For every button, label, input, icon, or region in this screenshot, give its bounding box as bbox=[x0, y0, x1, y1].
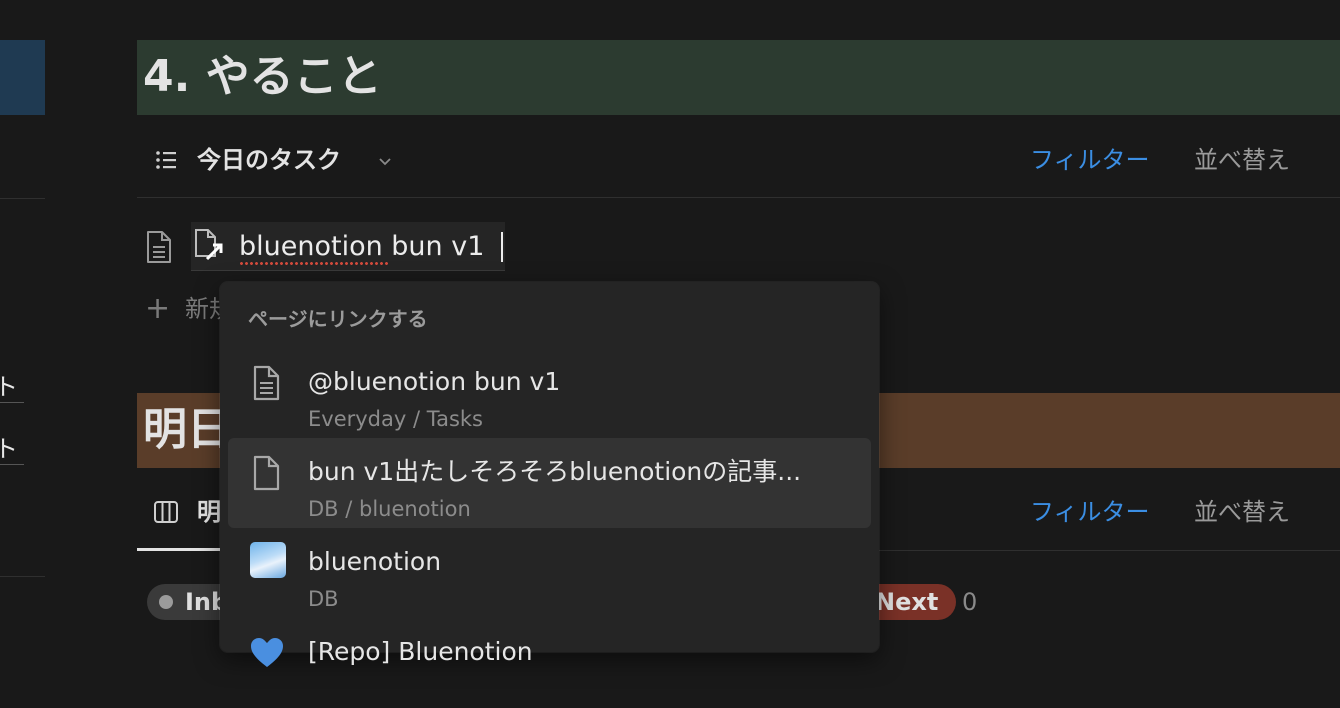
title-input-text[interactable]: bluenotion bun v1 bbox=[239, 230, 484, 264]
left-divider bbox=[0, 198, 45, 199]
view-name[interactable]: 明 bbox=[197, 497, 221, 527]
menu-item-path: DB / bluenotion bbox=[308, 497, 471, 521]
sort-button[interactable]: 並べ替え bbox=[1194, 497, 1290, 527]
menu-item-path: Everyday / Tasks bbox=[308, 407, 483, 431]
filter-button[interactable]: フィルター bbox=[1030, 497, 1150, 527]
sky-thumbnail-icon bbox=[250, 542, 286, 578]
menu-item[interactable]: bun v1出たしそろそろbluenotionの記事... DB / bluen… bbox=[228, 438, 871, 528]
title-edit-field[interactable]: bluenotion bun v1 bbox=[191, 222, 505, 271]
sidebar-selected-item[interactable] bbox=[0, 40, 45, 115]
left-text-fragment[interactable]: ト bbox=[0, 434, 24, 465]
spellcheck-underline bbox=[239, 262, 389, 265]
list-view-icon[interactable] bbox=[153, 147, 179, 173]
board-view-icon[interactable] bbox=[153, 499, 179, 525]
page-icon bbox=[253, 455, 280, 491]
group-count: 0 bbox=[962, 588, 978, 616]
status-dot bbox=[159, 595, 173, 609]
menu-item-title: bun v1出たしそろそろbluenotionの記事... bbox=[308, 457, 802, 486]
page-link-icon bbox=[195, 229, 223, 261]
menu-item-title: [Repo] Bluenotion bbox=[308, 637, 533, 666]
page-icon bbox=[253, 365, 280, 401]
text-caret bbox=[501, 232, 503, 262]
sort-button[interactable]: 並べ替え bbox=[1194, 145, 1290, 175]
menu-item-path: DB bbox=[308, 587, 339, 611]
group-label: Next bbox=[875, 588, 939, 616]
link-to-page-menu: ページにリンクする @bluenotion bun v1 Everyday / … bbox=[220, 282, 879, 667]
page-icon bbox=[147, 231, 171, 263]
heading-text: 4. やること bbox=[143, 51, 382, 102]
filter-button[interactable]: フィルター bbox=[1030, 145, 1150, 175]
menu-item-title: @bluenotion bun v1 bbox=[308, 367, 561, 396]
chevron-down-icon[interactable] bbox=[378, 154, 392, 168]
menu-item[interactable]: bluenotion DB bbox=[228, 528, 871, 618]
menu-item[interactable]: [Repo] Bluenotion bbox=[228, 618, 871, 708]
left-divider bbox=[0, 576, 45, 577]
menu-item[interactable]: @bluenotion bun v1 Everyday / Tasks bbox=[228, 348, 871, 438]
view-bar-today: 今日のタスク フィルター 並べ替え bbox=[137, 135, 1340, 198]
plus-icon: + bbox=[145, 291, 171, 326]
blue-heart-icon bbox=[251, 638, 283, 667]
active-tab-indicator bbox=[137, 548, 227, 551]
left-text-fragment[interactable]: ト bbox=[0, 372, 24, 403]
view-name[interactable]: 今日のタスク bbox=[197, 145, 341, 175]
heading-text: 明日 bbox=[143, 404, 231, 455]
menu-item-title: bluenotion bbox=[308, 547, 442, 576]
menu-header: ページにリンクする bbox=[248, 307, 428, 331]
section-heading-today: 4. やること bbox=[137, 40, 1340, 115]
